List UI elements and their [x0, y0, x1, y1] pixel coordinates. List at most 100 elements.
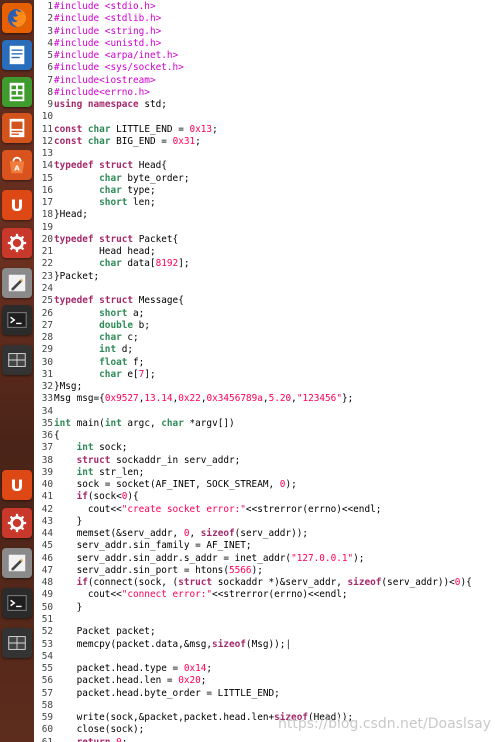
code-line[interactable]: 12const char BIG_END = 0x31; — [34, 136, 499, 148]
code-line[interactable]: 52 Packet packet; — [34, 626, 499, 638]
code-line[interactable]: 6#include <sys/socket.h> — [34, 62, 499, 74]
code-line[interactable]: 15 char byte_order; — [34, 173, 499, 185]
terminal-icon[interactable] — [2, 305, 32, 335]
line-number: 22 — [41, 258, 53, 270]
code-line[interactable]: 50 } — [34, 602, 499, 614]
system-settings-icon-2[interactable] — [2, 508, 32, 538]
code-line[interactable]: 32}Msg; — [34, 381, 499, 393]
code-line[interactable]: 19 — [34, 222, 499, 234]
text-editor-icon[interactable] — [2, 268, 32, 298]
code-line[interactable]: 35int main(int argc, char *argv[]) — [34, 418, 499, 430]
line-number: 21 — [41, 246, 53, 258]
writer-icon[interactable] — [2, 40, 32, 70]
code-line[interactable]: 28 char c; — [34, 332, 499, 344]
code-line[interactable]: 24 — [34, 283, 499, 295]
system-settings-icon[interactable] — [2, 228, 32, 258]
code-text: char c; — [99, 332, 139, 344]
code-line[interactable]: 22 char data[8192]; — [34, 258, 499, 270]
code-line[interactable]: 45 serv_addr.sin_family = AF_INET; — [34, 540, 499, 552]
code-line[interactable]: 29 int d; — [34, 344, 499, 356]
line-number: 56 — [41, 675, 53, 687]
code-line[interactable]: 34 — [34, 406, 499, 418]
ubuntu-one-icon-2[interactable]: U — [2, 470, 32, 500]
code-line[interactable]: 53 memcpy(packet.data,&msg,sizeof(Msg));… — [34, 639, 499, 651]
code-line[interactable]: 57 packet.head.byte_order = LITTLE_END; — [34, 688, 499, 700]
code-line[interactable]: 55 packet.head.type = 0x14; — [34, 663, 499, 675]
code-line[interactable]: 14typedef struct Head{ — [34, 160, 499, 172]
code-line[interactable]: 41 if(sock<0){ — [34, 491, 499, 503]
workspace-switcher-icon[interactable] — [2, 345, 32, 375]
code-line[interactable]: 20typedef struct Packet{ — [34, 234, 499, 246]
line-number: 16 — [41, 184, 53, 196]
code-text: #include <string.h> — [54, 25, 162, 37]
line-number: 33 — [41, 393, 53, 405]
code-line[interactable]: 17 short len; — [34, 197, 499, 209]
code-line[interactable]: 49 cout<<"connect error:"<<strerror(errn… — [34, 589, 499, 601]
code-line[interactable]: 11const char LITTLE_END = 0x13; — [34, 124, 499, 136]
terminal-icon-2[interactable] — [2, 588, 32, 618]
code-line[interactable]: 31 char e[7]; — [34, 369, 499, 381]
code-line[interactable]: 30 float f; — [34, 357, 499, 369]
software-center-icon[interactable]: A — [2, 150, 32, 180]
code-text: if(connect(sock, (struct sockaddr *)&ser… — [76, 577, 472, 589]
code-text: int main(int argc, char *argv[]) — [54, 417, 235, 429]
line-number: 58 — [41, 699, 53, 711]
code-text: memcpy(packet.data,&msg,sizeof(Msg));| — [54, 638, 292, 650]
code-line[interactable]: 47 serv_addr.sin_port = htons(5566); — [34, 565, 499, 577]
code-line[interactable]: 58 — [34, 700, 499, 712]
code-text: char data[8192]; — [99, 258, 190, 270]
line-number: 40 — [41, 479, 53, 491]
line-number: 53 — [41, 638, 53, 650]
code-line[interactable]: 23}Packet; — [34, 271, 499, 283]
ubuntu-one-icon[interactable]: U — [2, 190, 32, 220]
code-line[interactable]: 48 if(connect(sock, (struct sockaddr *)&… — [34, 577, 499, 589]
line-number: 54 — [41, 650, 53, 662]
code-line[interactable]: 16 char type; — [34, 185, 499, 197]
code-line[interactable]: 25typedef struct Message{ — [34, 295, 499, 307]
code-line[interactable]: 44 memset(&serv_addr, 0, sizeof(serv_add… — [34, 528, 499, 540]
code-text: typedef struct Head{ — [54, 160, 167, 172]
code-line[interactable]: 4#include <unistd.h> — [34, 38, 499, 50]
code-line[interactable]: 13 — [34, 148, 499, 160]
code-line[interactable]: 37 int sock; — [34, 442, 499, 454]
code-line[interactable]: 39 int str_len; — [34, 467, 499, 479]
impress-icon[interactable] — [2, 113, 32, 143]
code-line[interactable]: 33Msg msg={0x9527,13.14,0x22,0x3456789a,… — [34, 393, 499, 405]
code-line[interactable]: 5#include <arpa/inet.h> — [34, 50, 499, 62]
code-line[interactable]: 18}Head; — [34, 209, 499, 221]
code-line[interactable]: 54 — [34, 651, 499, 663]
code-line[interactable]: 10 — [34, 111, 499, 123]
code-text: using namespace std; — [54, 99, 167, 111]
code-line[interactable]: 40 sock = socket(AF_INET, SOCK_STREAM, 0… — [34, 479, 499, 491]
code-line[interactable]: 38 struct sockaddr_in serv_addr; — [34, 455, 499, 467]
code-line[interactable]: 27 double b; — [34, 320, 499, 332]
code-line[interactable]: 36{ — [34, 430, 499, 442]
code-line[interactable]: 46 serv_addr.sin_addr.s_addr = inet_addr… — [34, 553, 499, 565]
code-text: #include <arpa/inet.h> — [54, 50, 179, 62]
code-line[interactable]: 3#include <string.h> — [34, 26, 499, 38]
code-line[interactable]: 1#include <stdio.h> — [34, 1, 499, 13]
code-line[interactable]: 9using namespace std; — [34, 99, 499, 111]
code-line[interactable]: 43 } — [34, 516, 499, 528]
line-number: 39 — [41, 466, 53, 478]
code-line[interactable]: 26 short a; — [34, 308, 499, 320]
code-text: #include<iostream> — [54, 74, 156, 86]
code-editor[interactable]: 1#include <stdio.h> 2#include <stdlib.h> 3… — [34, 0, 499, 742]
code-text: int d; — [99, 344, 134, 356]
code-line[interactable]: 42 cout<<"create socket error:"<<strerro… — [34, 504, 499, 516]
code-line[interactable]: 61 return 0; — [34, 737, 499, 742]
code-line[interactable]: 2#include <stdlib.h> — [34, 13, 499, 25]
calc-icon[interactable] — [2, 77, 32, 107]
code-line[interactable]: 56 packet.head.len = 0x20; — [34, 675, 499, 687]
code-text: #include <sys/socket.h> — [54, 62, 184, 74]
code-line[interactable]: 21 Head head; — [34, 246, 499, 258]
code-line[interactable]: 8#include<errno.h> — [34, 87, 499, 99]
code-text: sock = socket(AF_INET, SOCK_STREAM, 0); — [54, 479, 297, 491]
code-line[interactable]: 51 — [34, 614, 499, 626]
workspace-switcher-icon-2[interactable] — [2, 628, 32, 658]
line-number: 60 — [41, 724, 53, 736]
line-number: 15 — [41, 172, 53, 184]
firefox-icon[interactable] — [2, 3, 32, 33]
code-line[interactable]: 7#include<iostream> — [34, 75, 499, 87]
text-editor-icon-2[interactable] — [2, 548, 32, 578]
